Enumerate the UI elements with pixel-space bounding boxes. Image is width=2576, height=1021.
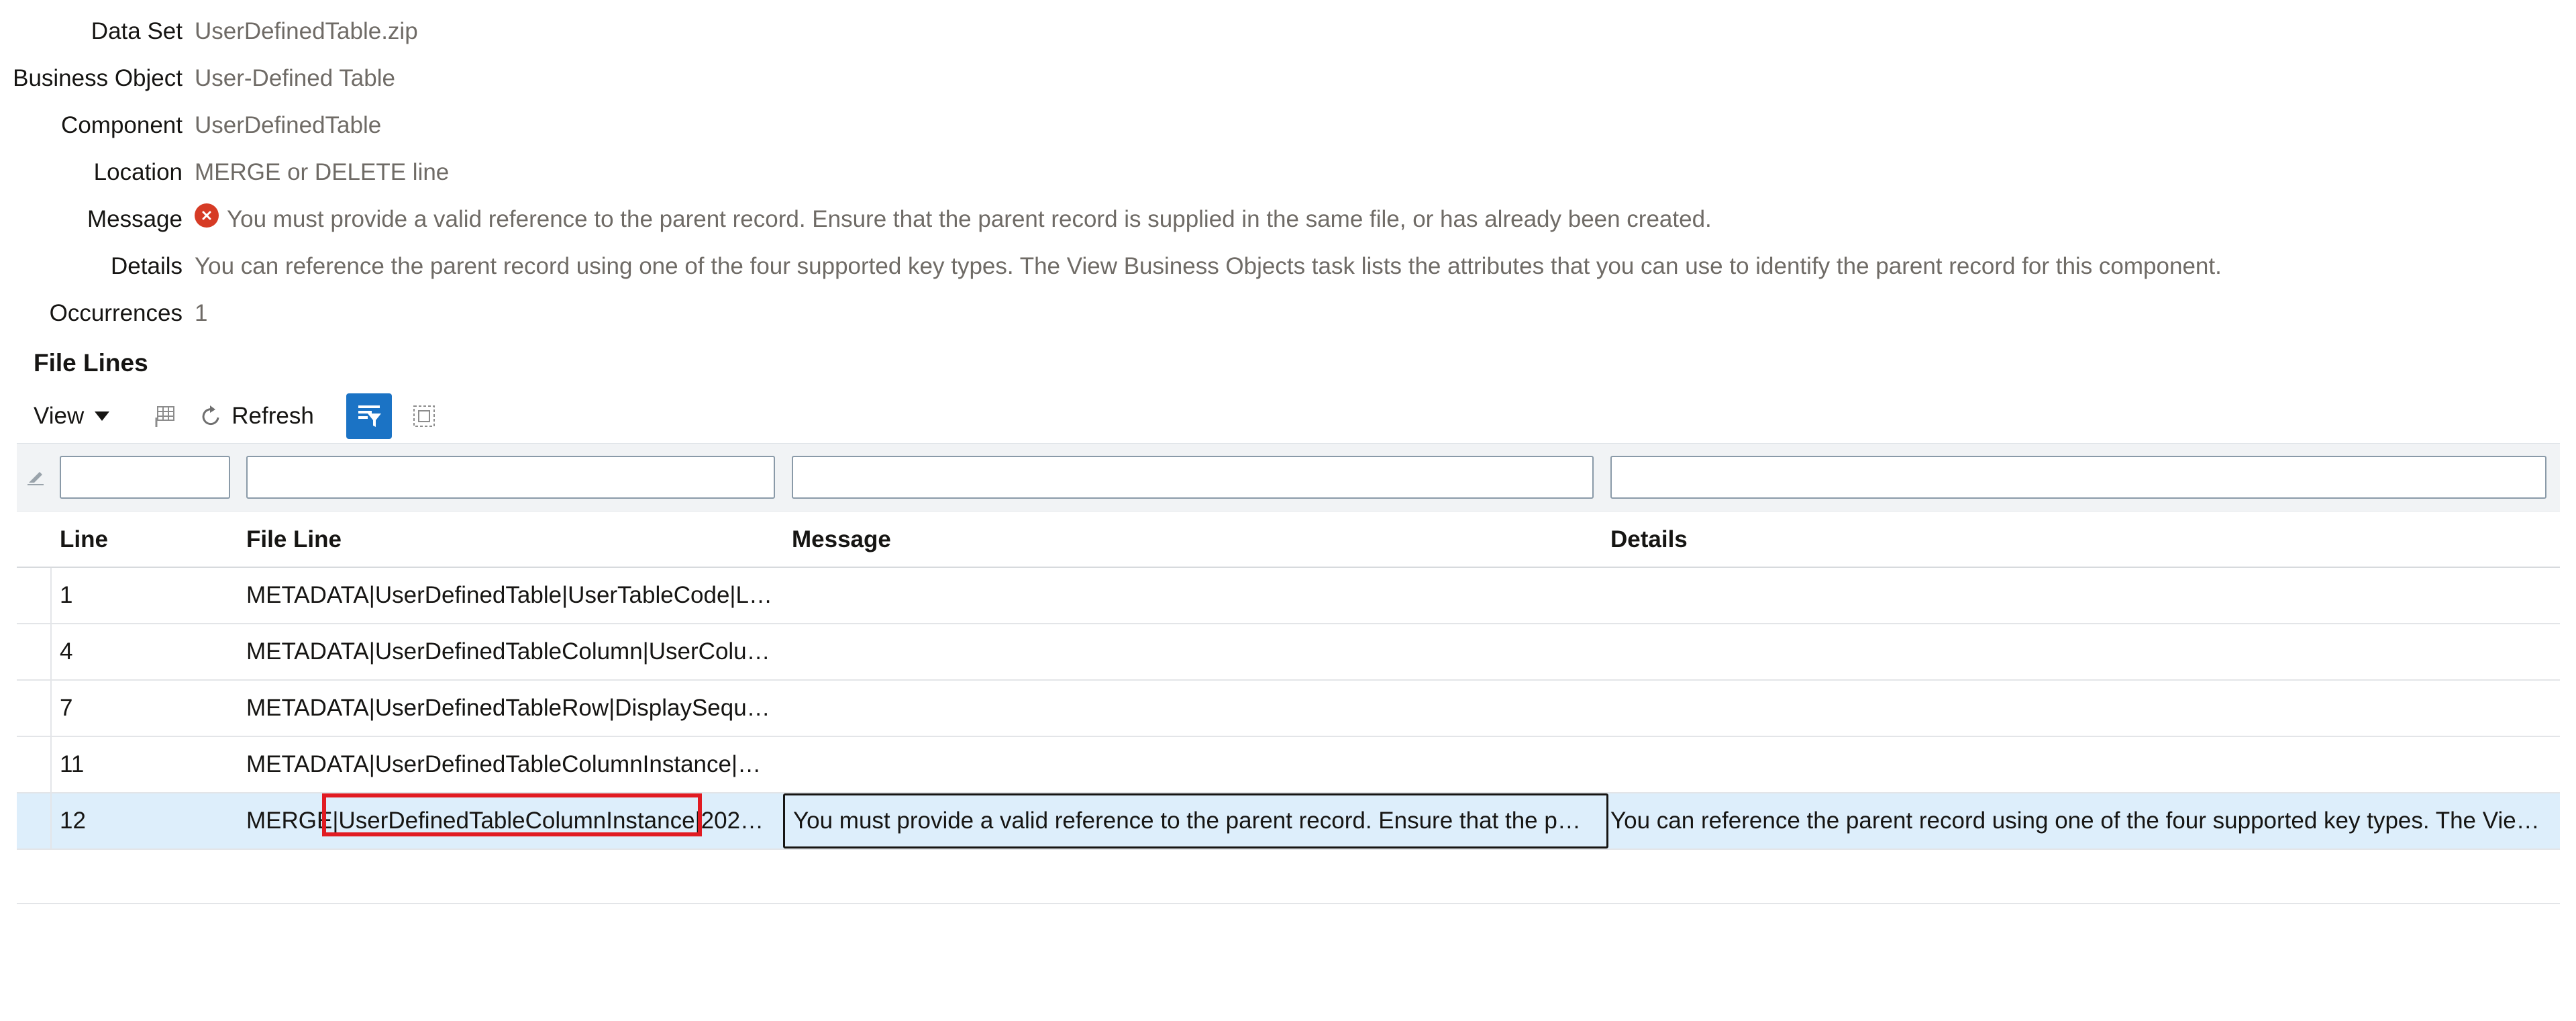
component-row: Component UserDefinedTable: [0, 105, 381, 146]
cell-file-line: METADATA|UserDefinedTableColumn|UserColu…: [246, 638, 770, 665]
component-value: UserDefinedTable: [195, 112, 382, 138]
location-value: MERGE or DELETE line: [195, 159, 450, 185]
column-header-file-line[interactable]: File Line: [246, 526, 342, 553]
freeze-columns-icon[interactable]: [150, 401, 179, 431]
error-icon: [195, 203, 219, 228]
table-row[interactable]: 11 METADATA|UserDefinedTableColumnInstan…: [17, 737, 2560, 793]
view-menu-button[interactable]: View: [34, 403, 110, 430]
occurrences-value: 1: [195, 300, 208, 326]
location-row: Location MERGE or DELETE line: [0, 152, 450, 193]
cell-file-line: METADATA|UserDefinedTableColumnInstance|…: [246, 751, 762, 777]
message-value: You must provide a valid reference to th…: [227, 206, 1712, 232]
file-lines-toolbar: View Refresh: [34, 393, 458, 440]
message-label: Message: [87, 206, 183, 232]
file-lines-title: File Lines: [34, 349, 148, 377]
cell-file-line: METADATA|UserDefinedTableRow|DisplaySequ…: [246, 695, 770, 721]
detach-icon[interactable]: [409, 401, 439, 431]
table-row-selected[interactable]: 12 MERGE|UserDefinedTableColumnInstance|…: [17, 793, 2560, 850]
filter-file-line-input[interactable]: [246, 456, 775, 499]
business-object-row: Business Object User-Defined Table: [0, 58, 395, 99]
cell-line: 7: [60, 695, 73, 721]
cell-line: 1: [60, 582, 73, 608]
cell-message-focused[interactable]: You must provide a valid reference to th…: [783, 793, 1608, 848]
cell-line: 4: [60, 638, 73, 665]
caret-down-icon: [95, 411, 110, 421]
data-set-label: Data Set: [91, 18, 183, 44]
table-row[interactable]: 1 METADATA|UserDefinedTable|UserTableCod…: [17, 568, 2560, 624]
details-row: Details You can reference the parent rec…: [0, 246, 2222, 287]
filter-line-input[interactable]: [60, 456, 230, 499]
view-menu-label: View: [34, 403, 85, 429]
message-value-wrap: You must provide a valid reference to th…: [195, 203, 1712, 233]
row-gutter: [17, 681, 52, 736]
cell-details: You can reference the parent record usin…: [1610, 808, 2540, 834]
filter-details-input[interactable]: [1610, 456, 2546, 499]
table-row[interactable]: 4 METADATA|UserDefinedTableColumn|UserCo…: [17, 624, 2560, 681]
cell-message-text: You must provide a valid reference to th…: [793, 808, 1581, 834]
row-gutter: [17, 737, 52, 792]
row-gutter: [17, 624, 52, 679]
query-by-example-icon[interactable]: [346, 393, 392, 439]
table-row[interactable]: 7 METADATA|UserDefinedTableRow|DisplaySe…: [17, 681, 2560, 737]
table-bottom-divider: [17, 903, 2560, 904]
details-value: You can reference the parent record usin…: [195, 253, 2222, 279]
column-header-details[interactable]: Details: [1610, 526, 1688, 553]
table-header-row: Line File Line Message Details: [17, 512, 2560, 568]
business-object-label: Business Object: [13, 65, 183, 91]
occurrences-label: Occurrences: [49, 300, 183, 326]
filter-message-input[interactable]: [792, 456, 1594, 499]
occurrences-row: Occurrences 1: [0, 293, 208, 334]
row-gutter: [17, 568, 52, 623]
cell-file-line: METADATA|UserDefinedTable|UserTableCode|…: [246, 582, 772, 608]
cell-line: 12: [60, 808, 86, 834]
column-header-message[interactable]: Message: [792, 526, 891, 553]
component-label: Component: [61, 112, 183, 138]
data-set-row: Data Set UserDefinedTable.zip: [0, 11, 418, 52]
location-label: Location: [93, 159, 183, 185]
column-header-line[interactable]: Line: [60, 526, 108, 553]
business-object-value: User-Defined Table: [195, 65, 395, 91]
refresh-button[interactable]: Refresh: [198, 403, 314, 430]
row-gutter: [17, 793, 52, 848]
filter-row: [17, 443, 2560, 512]
message-row: Message You must provide a valid referen…: [0, 199, 1712, 240]
details-label: Details: [111, 253, 183, 279]
refresh-icon: [198, 403, 225, 430]
data-set-value: UserDefinedTable.zip: [195, 18, 418, 44]
cell-file-line: MERGE|UserDefinedTableColumnInstance|202…: [246, 808, 764, 834]
refresh-label: Refresh: [231, 403, 314, 429]
file-lines-table: Line File Line Message Details 1 METADAT…: [17, 443, 2560, 850]
clear-filter-icon[interactable]: [26, 468, 45, 490]
cell-line: 11: [60, 751, 85, 777]
